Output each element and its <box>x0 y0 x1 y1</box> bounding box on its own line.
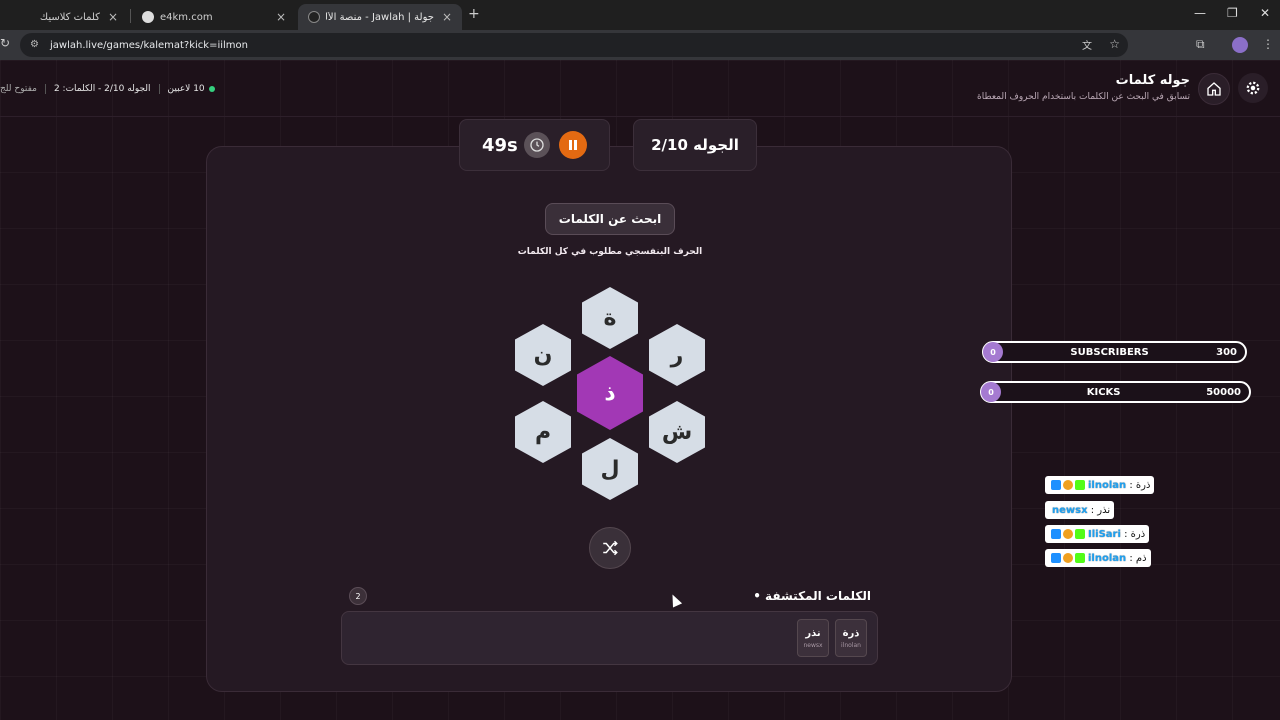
found-word: نذر <box>805 627 821 639</box>
open-status: مفتوح للج <box>0 84 37 94</box>
letter-tile-lower-right[interactable]: ش <box>649 401 705 463</box>
browser-tab-3[interactable]: جولة | Jawlah - منصة الألعاب الت × <box>298 4 462 30</box>
game-status-bar: 10 لاعبين الجوله 2/10 - الكلمات: 2 مفتوح… <box>0 82 215 96</box>
goal-target: 50000 <box>1206 386 1241 398</box>
letter-tile-lower-left[interactable]: م <box>515 401 571 463</box>
badge-icon <box>1063 529 1073 539</box>
globe-icon <box>142 11 154 23</box>
close-icon[interactable]: × <box>442 10 452 24</box>
found-words-count: 2 <box>349 587 367 605</box>
browser-tab-2[interactable]: e4km.com × <box>132 4 296 30</box>
pause-button[interactable] <box>559 131 587 159</box>
letter-tile-bottom[interactable]: ل <box>582 438 638 500</box>
tab-title: جولة | Jawlah - منصة الألعاب الت <box>326 11 434 23</box>
found-words-title: الكلمات المكتشفة • <box>753 589 871 603</box>
bookmark-star-icon[interactable]: ☆ <box>1109 37 1120 51</box>
divider <box>158 84 160 94</box>
chat-username: ilnolan <box>1088 552 1127 564</box>
settings-button[interactable] <box>1238 73 1268 103</box>
home-icon <box>1207 82 1221 96</box>
players-count: 10 لاعبين <box>167 84 205 94</box>
browser-tab-1[interactable]: كلمات كلاسيك × <box>4 4 128 30</box>
new-tab-icon[interactable]: + <box>468 6 482 22</box>
badge-icon <box>1051 480 1061 490</box>
header-divider <box>0 116 1280 117</box>
goal-label: SUBSCRIBERS <box>1070 346 1149 358</box>
game-board: ابحث عن الكلمات الحرف البنفسجي مطلوب في … <box>206 146 1012 692</box>
goal-progress-knob: 0 <box>983 342 1003 362</box>
round-words-status: الجوله 2/10 - الكلمات: 2 <box>53 84 151 94</box>
browser-tab-bar: كلمات كلاسيك × e4km.com × جولة | Jawlah … <box>0 0 1280 30</box>
found-words-title-text: الكلمات المكتشفة <box>765 589 871 603</box>
chat-message: ذم : ilnolan <box>1045 549 1151 567</box>
badge-icon <box>1075 529 1085 539</box>
site-settings-icon[interactable]: ⚙ <box>30 39 42 51</box>
chat-message: ذرة : IliSari <box>1045 525 1150 543</box>
gear-icon <box>1246 81 1260 95</box>
shuffle-button[interactable] <box>589 527 631 569</box>
badge-icon <box>1075 480 1085 490</box>
subscribers-goal-bar: 0 SUBSCRIBERS 300 <box>982 341 1247 363</box>
found-word-user: newsx <box>803 641 823 649</box>
badge-icon <box>1063 553 1073 563</box>
site-favicon-icon <box>308 11 320 23</box>
found-word-chip: ذرة ilnolan <box>835 619 867 657</box>
close-window-icon[interactable]: ✕ <box>1260 6 1270 20</box>
badge-icon <box>1051 529 1061 539</box>
chat-text: ذم <box>1135 552 1147 564</box>
chat-text: نذر <box>1097 504 1111 516</box>
goal-progress-knob: 0 <box>981 382 1001 402</box>
home-button[interactable] <box>1198 73 1230 105</box>
shuffle-icon <box>603 540 618 556</box>
chat-username: ilnolan <box>1088 479 1127 491</box>
maximize-icon[interactable]: ❐ <box>1227 6 1238 20</box>
chat-text: ذرة <box>1135 479 1151 491</box>
tab-separator <box>130 9 131 23</box>
address-bar[interactable]: ⚙ jawlah.live/games/kalemat?kick=iilmon … <box>20 33 1128 57</box>
found-words-list: ذرة ilnolan نذر newsx <box>341 611 878 665</box>
reload-icon[interactable]: ↻ <box>0 36 10 50</box>
search-words-label: ابحث عن الكلمات <box>545 203 675 235</box>
chat-username: newsx <box>1052 504 1088 516</box>
letter-tile-upper-left[interactable]: ن <box>515 324 571 386</box>
extensions-icon[interactable]: ⧉ <box>1196 37 1205 52</box>
clock-icon <box>524 132 550 158</box>
chat-text: ذرة <box>1130 528 1146 540</box>
chat-username: IliSari <box>1088 528 1121 540</box>
goal-target: 300 <box>1216 346 1237 358</box>
letter-tile-top[interactable]: ة <box>582 287 638 349</box>
menu-icon[interactable]: ⋮ <box>1262 37 1274 51</box>
chat-message: نذر : newsx <box>1045 501 1115 519</box>
online-dot-icon <box>208 86 215 92</box>
divider <box>44 84 46 94</box>
page-subtitle: تسابق في البحث عن الكلمات باستخدام الحرو… <box>977 92 1190 102</box>
tab-title: e4km.com <box>160 11 213 23</box>
minimize-icon[interactable]: — <box>1194 6 1206 20</box>
found-word: ذرة <box>842 627 860 639</box>
url-text[interactable]: jawlah.live/games/kalemat?kick=iilmon <box>50 40 248 51</box>
timer-value: 49s <box>482 135 518 156</box>
letter-tile-center[interactable]: ذ <box>577 356 643 430</box>
found-word-user: ilnolan <box>841 641 861 649</box>
letter-tile-upper-right[interactable]: ر <box>649 324 705 386</box>
translate-icon[interactable]: 文 <box>1082 37 1092 52</box>
close-icon[interactable]: × <box>276 10 286 24</box>
pause-icon <box>569 140 577 150</box>
tab-title: كلمات كلاسيك <box>39 11 100 23</box>
timer-panel: 49s <box>459 119 610 171</box>
round-indicator: الجوله 2/10 <box>633 119 757 171</box>
badge-icon <box>1051 553 1061 563</box>
page-title: جوله كلمات <box>1115 73 1190 88</box>
avatar[interactable] <box>1232 37 1248 53</box>
goal-label: KICKS <box>1086 386 1121 398</box>
close-icon[interactable]: × <box>108 10 118 24</box>
chat-message: ذرة : ilnolan <box>1045 476 1155 494</box>
found-word-chip: نذر newsx <box>797 619 829 657</box>
badge-icon <box>1063 480 1073 490</box>
address-bar-row: ⚙ jawlah.live/games/kalemat?kick=iilmon … <box>0 30 1280 60</box>
purple-letter-hint: الحرف البنفسجي مطلوب في كل الكلمات <box>517 247 703 257</box>
page-content: جوله كلمات تسابق في البحث عن الكلمات باس… <box>0 60 1280 720</box>
badge-icon <box>1075 553 1085 563</box>
kicks-goal-bar: 0 KICKS 50000 <box>980 381 1251 403</box>
